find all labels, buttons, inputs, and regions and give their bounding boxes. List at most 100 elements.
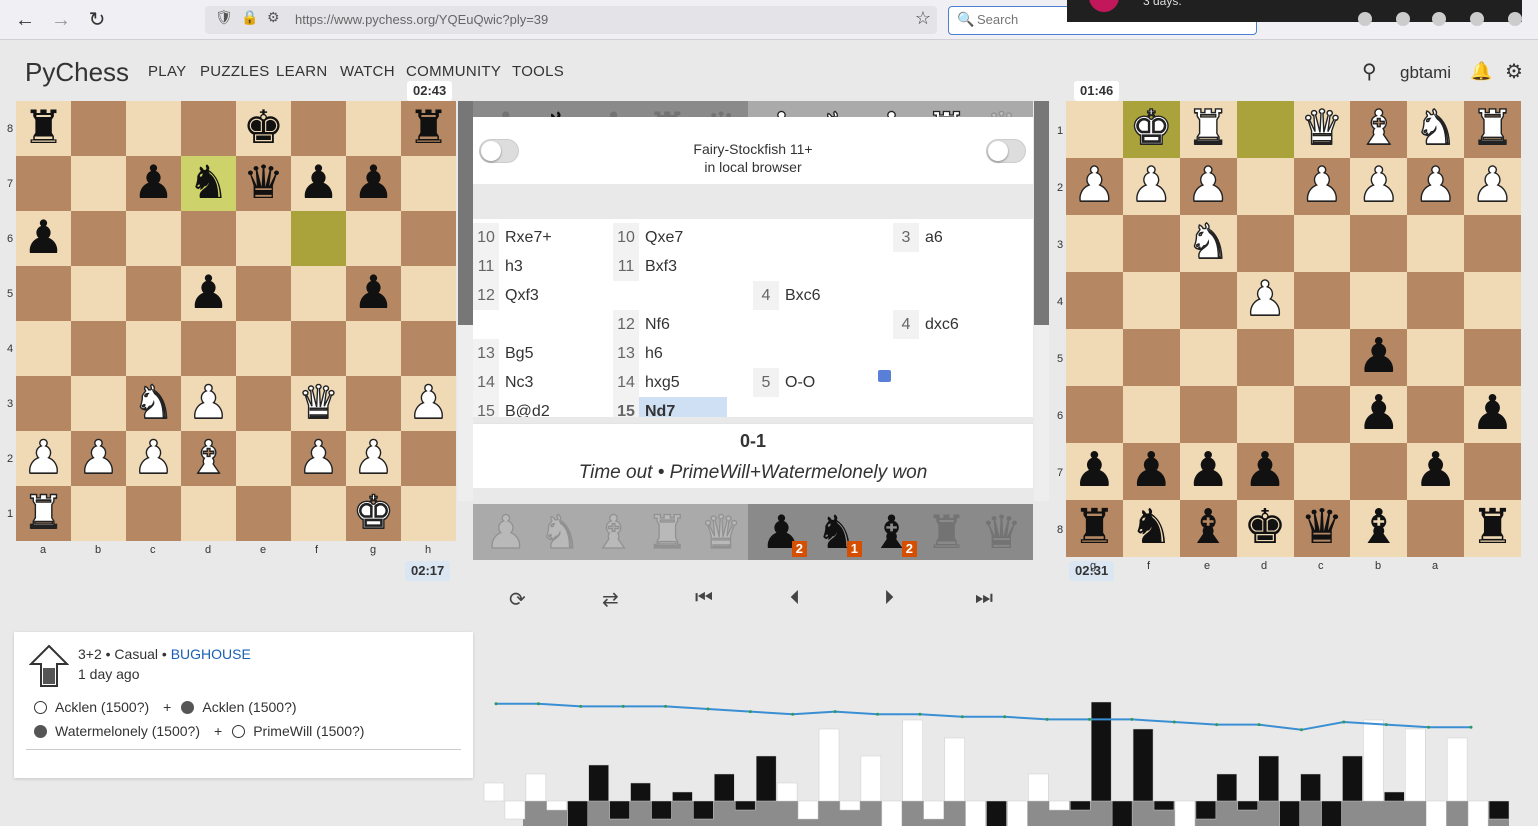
move-item[interactable]: 4 Bxc6 <box>753 281 867 310</box>
eval-point[interactable] <box>494 702 498 706</box>
url-bar[interactable]: 🛡 🔒 ⚙ https://www.pychess.org/YQEuQwic?p… <box>205 6 937 34</box>
board-square[interactable]: ♟ <box>126 156 181 211</box>
site-logo[interactable]: PyChess <box>25 57 129 88</box>
white-pawn-piece[interactable]: ♟ <box>22 433 65 480</box>
board-square[interactable] <box>291 101 346 156</box>
eval-point[interactable] <box>1003 715 1007 719</box>
board-square[interactable] <box>181 486 236 541</box>
board-square[interactable]: ♟ <box>291 431 346 486</box>
board-square[interactable] <box>1464 215 1521 272</box>
board-square[interactable]: ♞ <box>1179 215 1237 272</box>
board-square[interactable] <box>291 266 346 321</box>
board-square[interactable] <box>236 211 291 266</box>
board-square[interactable] <box>126 266 181 321</box>
board-square[interactable] <box>401 156 456 211</box>
board-square[interactable]: ♟ <box>1236 272 1294 329</box>
evaluation-chart[interactable] <box>478 657 1524 826</box>
board-square[interactable]: ♟ <box>1350 329 1408 386</box>
board-square[interactable] <box>401 431 456 486</box>
board-square[interactable] <box>181 211 236 266</box>
eval-point[interactable] <box>1384 723 1388 727</box>
board-square[interactable]: ♛ <box>236 156 291 211</box>
reload-icon[interactable]: ↻ <box>85 8 109 32</box>
white-queen-piece[interactable]: ♛ <box>297 378 340 425</box>
white-pawn-piece[interactable]: ♟ <box>407 378 450 425</box>
board-square[interactable]: ♟ <box>1464 158 1521 215</box>
rotate-icon[interactable]: ⟳ <box>509 587 526 612</box>
white-knight-piece[interactable]: ♞ <box>1186 217 1230 266</box>
black-bishop-piece[interactable]: ♝ <box>1357 503 1400 551</box>
board-square[interactable]: ♛ <box>1293 101 1351 158</box>
board-square[interactable]: ♞ <box>126 376 181 431</box>
board-square[interactable] <box>346 376 401 431</box>
board-square[interactable] <box>1236 215 1294 272</box>
board-square[interactable] <box>291 321 346 376</box>
eval-point[interactable] <box>1172 720 1176 724</box>
move-item[interactable]: 15 B@d2 <box>473 397 587 417</box>
black-pawn-piece[interactable]: ♟ <box>1357 332 1400 380</box>
next-move-icon[interactable]: ⏵ <box>884 587 894 610</box>
url-text[interactable]: https://www.pychess.org/YQEuQwic?ply=39 <box>295 12 548 27</box>
black-pawn-piece[interactable]: ♟ <box>1357 389 1400 437</box>
extension-icon[interactable] <box>1358 12 1372 26</box>
black-rook-piece[interactable]: ♜ <box>408 104 449 150</box>
board-square[interactable]: ♟ <box>1122 443 1180 500</box>
board-square[interactable] <box>1407 215 1465 272</box>
board-square[interactable]: ♞ <box>1122 500 1180 557</box>
board-square[interactable]: ♟ <box>1179 443 1237 500</box>
board-square[interactable]: ♟ <box>126 431 181 486</box>
board-square[interactable]: ♝ <box>1179 500 1237 557</box>
black-pawn-piece[interactable]: ♟ <box>188 269 229 315</box>
board-square[interactable] <box>1066 272 1123 329</box>
board-square[interactable] <box>126 486 181 541</box>
extension-icon[interactable] <box>1470 12 1484 26</box>
white-pawn-piece[interactable]: ♟ <box>132 433 175 480</box>
board-square[interactable]: ♚ <box>1236 500 1294 557</box>
white-pawn-piece[interactable]: ♟ <box>1470 160 1514 209</box>
board-square[interactable] <box>1179 272 1237 329</box>
white-pawn-piece[interactable]: ♟ <box>187 378 230 425</box>
board-square[interactable] <box>1350 443 1408 500</box>
player-link[interactable]: Watermelonely (1500?) <box>55 723 200 739</box>
board-square[interactable] <box>71 101 126 156</box>
move-item[interactable]: 12 Nf6 <box>613 310 727 339</box>
black-pawn-piece[interactable]: ♟ <box>23 214 64 260</box>
board-square[interactable] <box>1122 386 1180 443</box>
board-square[interactable] <box>1464 329 1521 386</box>
eval-point[interactable] <box>621 704 625 708</box>
board-square[interactable]: ♟ <box>1464 386 1521 443</box>
board-square[interactable] <box>1464 272 1521 329</box>
black-rook-piece[interactable]: ♜ <box>1073 503 1116 551</box>
back-icon[interactable]: ← <box>13 8 37 32</box>
board-square[interactable] <box>16 376 71 431</box>
previous-move-icon[interactable]: ⏴ <box>790 587 800 610</box>
board-square[interactable]: ♟ <box>291 156 346 211</box>
eval-point[interactable] <box>960 715 964 719</box>
bell-icon[interactable]: 🔔 <box>1470 61 1492 82</box>
board-square[interactable]: ♟ <box>1122 158 1180 215</box>
black-queen-piece[interactable]: ♛ <box>243 159 284 205</box>
board-square[interactable]: ♟ <box>1350 158 1408 215</box>
white-king-piece[interactable]: ♚ <box>1129 103 1173 152</box>
board-square[interactable]: ♜ <box>1464 500 1521 557</box>
black-pawn-piece[interactable]: ♟ <box>1414 446 1457 494</box>
black-pawn-piece[interactable]: ♟ <box>1471 389 1514 437</box>
white-king-piece[interactable]: ♚ <box>352 488 395 535</box>
menu-play[interactable]: PLAY <box>148 63 186 80</box>
right-chessboard[interactable]: ♚ ♜ ♛ ♝ ♞ ♜ ♟ ♟ ♟ ♟ ♟ ♟ ♟ ♞ ♟ ♟ ♟ ♟ ♟ ♟ ♟ ♟ ♟ ♜ ♞ ♝ ♚ ♛ ♝ ♜ <box>1066 101 1521 557</box>
eval-point[interactable] <box>1469 725 1473 729</box>
board-square[interactable] <box>1236 386 1294 443</box>
board-square[interactable]: ♝ <box>1350 101 1408 158</box>
board-square[interactable] <box>1464 443 1521 500</box>
menu-puzzles[interactable]: PUZZLES <box>200 63 270 80</box>
white-pawn-piece[interactable]: ♟ <box>1072 160 1116 209</box>
board-square[interactable]: ♟ <box>1350 386 1408 443</box>
black-pawn-piece[interactable]: ♟ <box>1187 446 1230 494</box>
black-knight-piece[interactable]: ♞ <box>1130 503 1173 551</box>
board-square[interactable]: ♚ <box>346 486 401 541</box>
menu-watch[interactable]: WATCH <box>340 63 395 80</box>
white-rook-piece[interactable]: ♜ <box>1186 103 1230 152</box>
board-square[interactable]: ♟ <box>71 431 126 486</box>
left-chessboard[interactable]: ♜ ♚ ♜ ♟ ♞ ♛ ♟ ♟ ♟ ♟ ♟ ♞ ♟ ♛ ♟ ♟ ♟ ♟ ♝ ♟ ♟ ♜ ♚ <box>16 101 456 541</box>
board-square[interactable]: ♟ <box>181 376 236 431</box>
